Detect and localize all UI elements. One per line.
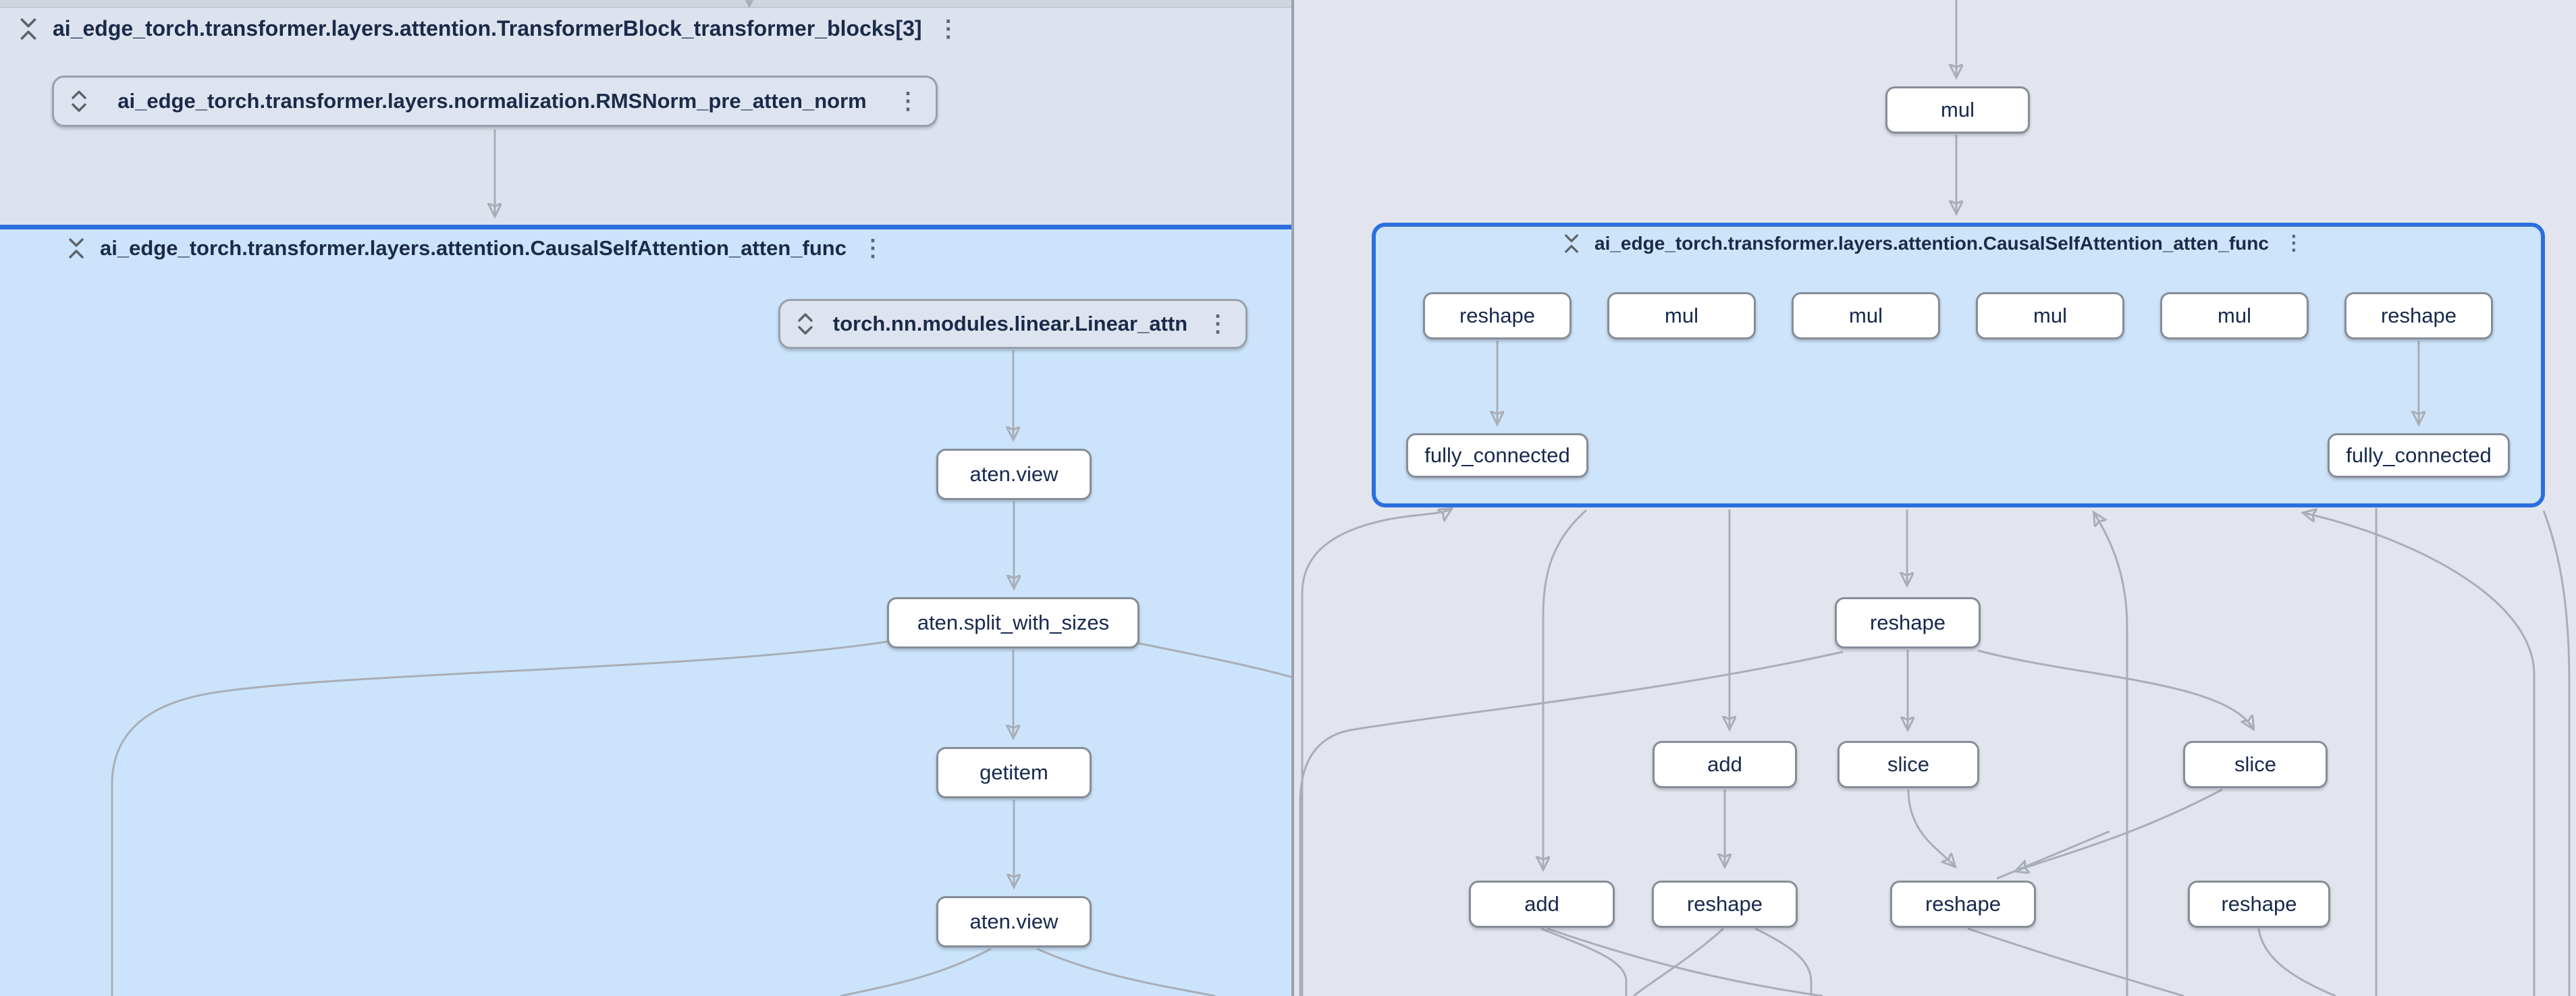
- expand-icon[interactable]: [797, 312, 814, 335]
- rmsnorm-collapsed-node[interactable]: ai_edge_torch.transformer.layers.normali…: [52, 76, 938, 127]
- op-label: mul: [1665, 304, 1698, 328]
- more-options-icon[interactable]: ⋮: [2284, 233, 2304, 254]
- op-label: aten.split_with_sizes: [917, 611, 1109, 635]
- transformer-block-title[interactable]: ai_edge_torch.transformer.layers.attenti…: [53, 16, 922, 41]
- op-node-reshape-b3[interactable]: reshape: [2188, 881, 2330, 928]
- attention-group-title-left[interactable]: ai_edge_torch.transformer.layers.attenti…: [100, 236, 847, 260]
- op-node-reshape-row1[interactable]: reshape: [1423, 292, 1572, 339]
- op-node-aten-view-2[interactable]: aten.view: [936, 896, 1092, 947]
- more-options-icon[interactable]: ⋮: [937, 18, 960, 40]
- attention-group-header-right: ai_edge_torch.transformer.layers.attenti…: [1563, 233, 2304, 254]
- more-options-icon[interactable]: ⋮: [896, 90, 919, 113]
- op-label: fully_connected: [1424, 443, 1569, 468]
- model-explorer-canvas: ai_edge_torch.transformer.layers.attenti…: [0, 0, 2576, 996]
- op-node-fully-connected-left[interactable]: fully_connected: [1406, 433, 1588, 478]
- op-node-getitem[interactable]: getitem: [936, 747, 1092, 798]
- collapse-icon[interactable]: [1563, 233, 1580, 254]
- op-label: slice: [1887, 752, 1929, 777]
- linear-node-label: torch.nn.modules.linear.Linear_attn: [828, 312, 1193, 336]
- op-node-reshape-b1[interactable]: reshape: [1652, 881, 1798, 928]
- op-label: mul: [1941, 98, 1975, 122]
- op-label: getitem: [980, 760, 1048, 785]
- op-node-reshape-mid[interactable]: reshape: [1835, 597, 1981, 648]
- op-label: reshape: [1870, 611, 1946, 635]
- op-label: fully_connected: [2346, 443, 2491, 468]
- op-label: reshape: [1925, 892, 2001, 916]
- op-label: aten.view: [970, 910, 1058, 934]
- op-node-fully-connected-right[interactable]: fully_connected: [2328, 433, 2510, 478]
- op-node-add-2[interactable]: add: [1469, 881, 1615, 928]
- op-label: mul: [1849, 304, 1883, 328]
- attention-group-header-left: ai_edge_torch.transformer.layers.attenti…: [68, 236, 884, 260]
- linear-collapsed-node[interactable]: torch.nn.modules.linear.Linear_attn ⋮: [778, 299, 1247, 349]
- transformer-block-header: ai_edge_torch.transformer.layers.attenti…: [19, 16, 960, 41]
- attention-group-title-right[interactable]: ai_edge_torch.transformer.layers.attenti…: [1594, 233, 2269, 254]
- op-node-slice-1[interactable]: slice: [1837, 741, 1979, 788]
- op-label: reshape: [2221, 892, 2297, 916]
- op-label: aten.view: [970, 462, 1058, 487]
- op-node-mul-row2[interactable]: mul: [1792, 292, 1940, 339]
- collapse-icon[interactable]: [68, 237, 85, 260]
- more-options-icon[interactable]: ⋮: [861, 237, 884, 260]
- op-node-mul-row1[interactable]: mul: [1607, 292, 1756, 339]
- op-label: add: [1707, 752, 1742, 777]
- op-label: mul: [2218, 304, 2251, 328]
- op-label: slice: [2234, 752, 2276, 777]
- op-node-reshape-row2[interactable]: reshape: [2344, 292, 2493, 339]
- more-options-icon[interactable]: ⋮: [1206, 312, 1229, 335]
- op-node-mul-top[interactable]: mul: [1885, 86, 2030, 134]
- op-node-aten-split-with-sizes[interactable]: aten.split_with_sizes: [887, 597, 1139, 648]
- op-node-add-1[interactable]: add: [1653, 741, 1797, 788]
- rmsnorm-node-label: ai_edge_torch.transformer.layers.normali…: [101, 89, 883, 113]
- op-label: reshape: [1687, 892, 1763, 916]
- expand-icon[interactable]: [70, 90, 88, 113]
- op-label: reshape: [1459, 304, 1535, 328]
- op-node-mul-row4[interactable]: mul: [2160, 292, 2309, 339]
- op-label: mul: [2033, 304, 2067, 328]
- op-label: add: [1524, 892, 1559, 916]
- op-node-mul-row3[interactable]: mul: [1976, 292, 2124, 339]
- op-node-reshape-b2[interactable]: reshape: [1890, 881, 2036, 928]
- graph-edges: [0, 0, 2576, 996]
- collapse-icon[interactable]: [19, 17, 38, 41]
- pane-divider[interactable]: [1291, 0, 1294, 996]
- op-node-slice-2[interactable]: slice: [2183, 741, 2328, 788]
- op-label: reshape: [2381, 304, 2457, 328]
- op-node-aten-view[interactable]: aten.view: [936, 449, 1092, 500]
